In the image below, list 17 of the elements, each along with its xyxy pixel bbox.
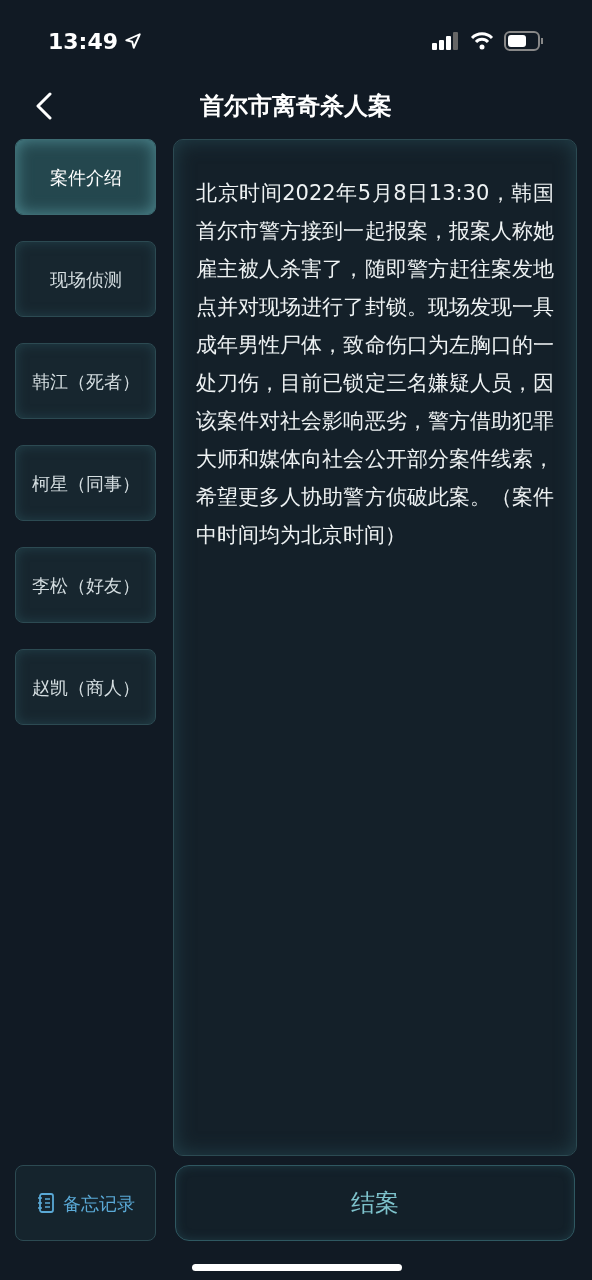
close-case-button[interactable]: 结案 — [175, 1165, 575, 1241]
case-tab[interactable]: 韩江（死者） — [15, 343, 156, 419]
case-tab[interactable]: 李松（好友） — [15, 547, 156, 623]
case-tab[interactable]: 现场侦测 — [15, 241, 156, 317]
status-time: 13:49 — [48, 27, 119, 56]
signal-icon — [432, 32, 460, 50]
notebook-icon — [36, 1193, 55, 1213]
back-chevron-icon — [35, 92, 53, 120]
page-title: 首尔市离奇杀人案 — [200, 91, 392, 122]
case-description-text: 北京时间2022年5月8日13:30，韩国首尔市警方接到一起报案，报案人称她雇主被人杀害了，随即警方赶往案发地点并对现场进行了封锁。现场发现一具成年男性尸体，致命伤口为左胸口的一处刀伤，目前已锁定三名嫌疑人员，因该案件对社会影响恶劣，警方借助犯罪大师和媒体向社会公开部分案件线索，希望更多人协助警方侦破此案。（案件中时间均为北京时间） — [196, 180, 554, 549]
case-tab[interactable]: 赵凯（商人） — [15, 649, 156, 725]
case-tab[interactable]: 柯星（同事） — [15, 445, 156, 521]
battery-icon — [504, 31, 544, 51]
location-arrow-icon — [124, 32, 143, 50]
memo-button[interactable]: 备忘记录 — [15, 1165, 156, 1241]
wifi-icon — [470, 32, 494, 50]
case-tab[interactable]: 案件介绍 — [15, 139, 156, 215]
